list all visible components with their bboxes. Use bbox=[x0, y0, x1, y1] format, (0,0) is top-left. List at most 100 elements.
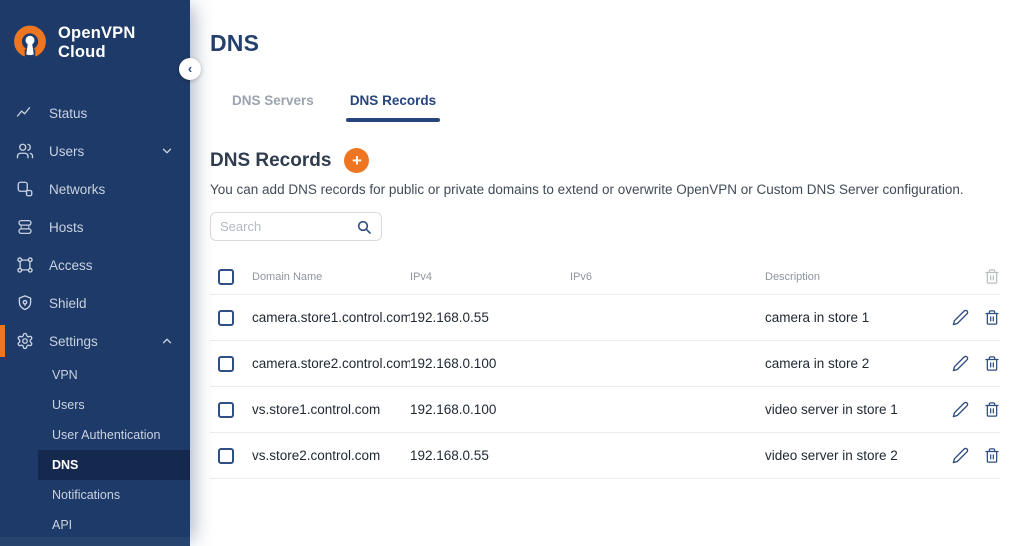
column-header-description: Description bbox=[765, 271, 938, 283]
subitem-label: VPN bbox=[52, 368, 78, 382]
delete-record-button[interactable] bbox=[984, 401, 1000, 418]
pencil-icon bbox=[952, 447, 969, 464]
row-checkbox[interactable] bbox=[218, 402, 234, 418]
sidebar-item-label: Hosts bbox=[49, 220, 84, 235]
search-icon[interactable] bbox=[356, 219, 372, 235]
access-icon bbox=[16, 256, 34, 274]
edit-record-button[interactable] bbox=[952, 401, 969, 418]
subitem-label: User Authentication bbox=[52, 428, 160, 442]
cell-ipv4: 192.168.0.100 bbox=[410, 402, 570, 417]
table-row: camera.store2.control.com 192.168.0.100 … bbox=[210, 341, 1000, 387]
cell-domain: vs.store2.control.com bbox=[252, 448, 410, 463]
dns-records-table: Domain Name IPv4 IPv6 Description camera… bbox=[210, 259, 1000, 479]
column-header-ipv4: IPv4 bbox=[410, 271, 570, 283]
add-dns-record-button[interactable]: + bbox=[344, 148, 369, 173]
sidebar: OpenVPN Cloud ‹ Status Users bbox=[0, 0, 190, 546]
main-content: DNS DNS Servers DNS Records DNS Records … bbox=[190, 0, 1024, 546]
sidebar-nav: Status Users Networks bbox=[0, 94, 190, 540]
subitem-user-authentication[interactable]: User Authentication bbox=[0, 420, 190, 450]
shield-icon bbox=[16, 294, 34, 312]
sidebar-item-status[interactable]: Status bbox=[0, 94, 190, 132]
subitem-dns[interactable]: DNS bbox=[0, 450, 190, 480]
cell-ipv4: 192.168.0.100 bbox=[410, 356, 570, 371]
cell-ipv4: 192.168.0.55 bbox=[410, 310, 570, 325]
delete-record-button[interactable] bbox=[984, 355, 1000, 372]
gear-icon bbox=[16, 332, 34, 350]
edit-record-button[interactable] bbox=[952, 355, 969, 372]
tab-dns-records[interactable]: DNS Records bbox=[346, 93, 440, 122]
section-header: DNS Records + bbox=[210, 148, 1000, 173]
tab-bar: DNS Servers DNS Records bbox=[228, 93, 1000, 122]
openvpn-logo-icon bbox=[12, 25, 48, 61]
hosts-icon bbox=[16, 218, 34, 236]
subitem-label: Users bbox=[52, 398, 85, 412]
subitem-label: Notifications bbox=[52, 488, 120, 502]
row-checkbox[interactable] bbox=[218, 448, 234, 464]
sidebar-item-settings[interactable]: Settings bbox=[0, 322, 190, 360]
delete-selected-button[interactable] bbox=[984, 268, 1000, 285]
subitem-notifications[interactable]: Notifications bbox=[0, 480, 190, 510]
tab-label: DNS Servers bbox=[232, 93, 314, 108]
cell-ipv4: 192.168.0.55 bbox=[410, 448, 570, 463]
sidebar-item-networks[interactable]: Networks bbox=[0, 170, 190, 208]
cell-description: video server in store 1 bbox=[765, 402, 938, 417]
sidebar-item-label: Settings bbox=[49, 334, 98, 349]
section-description: You can add DNS records for public or pr… bbox=[210, 182, 1000, 197]
select-all-checkbox[interactable] bbox=[218, 269, 234, 285]
brand-name: OpenVPN Cloud bbox=[58, 24, 178, 62]
search-input[interactable] bbox=[220, 219, 356, 234]
search-box bbox=[210, 212, 382, 241]
trash-icon bbox=[984, 268, 1000, 285]
edit-record-button[interactable] bbox=[952, 309, 969, 326]
row-checkbox[interactable] bbox=[218, 310, 234, 326]
plus-icon: + bbox=[352, 151, 362, 170]
sidebar-item-users[interactable]: Users bbox=[0, 132, 190, 170]
pencil-icon bbox=[952, 401, 969, 418]
subitem-vpn[interactable]: VPN bbox=[0, 360, 190, 390]
delete-record-button[interactable] bbox=[984, 309, 1000, 326]
status-chart-icon bbox=[16, 104, 34, 122]
tab-dns-servers[interactable]: DNS Servers bbox=[228, 93, 318, 122]
subitem-label: API bbox=[52, 518, 72, 532]
chevron-left-icon: ‹ bbox=[188, 61, 192, 76]
table-row: vs.store2.control.com 192.168.0.55 video… bbox=[210, 433, 1000, 479]
cell-description: camera in store 1 bbox=[765, 310, 938, 325]
trash-icon bbox=[984, 309, 1000, 326]
sidebar-footer-strip bbox=[0, 537, 190, 546]
sidebar-item-label: Users bbox=[49, 144, 84, 159]
sidebar-item-label: Networks bbox=[49, 182, 105, 197]
brand: OpenVPN Cloud bbox=[0, 0, 190, 76]
sidebar-item-label: Shield bbox=[49, 296, 87, 311]
cell-domain: camera.store2.control.com bbox=[252, 356, 410, 371]
subitem-label: DNS bbox=[52, 458, 78, 472]
sidebar-item-access[interactable]: Access bbox=[0, 246, 190, 284]
sidebar-item-shield[interactable]: Shield bbox=[0, 284, 190, 322]
column-header-domain: Domain Name bbox=[252, 271, 410, 283]
delete-record-button[interactable] bbox=[984, 447, 1000, 464]
section-title: DNS Records bbox=[210, 150, 331, 172]
sidebar-item-hosts[interactable]: Hosts bbox=[0, 208, 190, 246]
sidebar-item-label: Status bbox=[49, 106, 87, 121]
page-title: DNS bbox=[210, 30, 1000, 57]
users-icon bbox=[16, 142, 34, 160]
edit-record-button[interactable] bbox=[952, 447, 969, 464]
cell-domain: camera.store1.control.com bbox=[252, 310, 410, 325]
subitem-api[interactable]: API bbox=[0, 510, 190, 540]
chevron-up-icon bbox=[160, 334, 174, 348]
row-checkbox[interactable] bbox=[218, 356, 234, 372]
chevron-down-icon bbox=[160, 144, 174, 158]
cell-description: video server in store 2 bbox=[765, 448, 938, 463]
settings-subnav: VPN Users User Authentication DNS Notifi… bbox=[0, 360, 190, 540]
table-row: camera.store1.control.com 192.168.0.55 c… bbox=[210, 295, 1000, 341]
subitem-users[interactable]: Users bbox=[0, 390, 190, 420]
tab-label: DNS Records bbox=[350, 93, 436, 108]
pencil-icon bbox=[952, 309, 969, 326]
sidebar-collapse-button[interactable]: ‹ bbox=[179, 58, 201, 80]
trash-icon bbox=[984, 447, 1000, 464]
cell-domain: vs.store1.control.com bbox=[252, 402, 410, 417]
trash-icon bbox=[984, 355, 1000, 372]
networks-icon bbox=[16, 180, 34, 198]
sidebar-item-label: Access bbox=[49, 258, 93, 273]
table-header-row: Domain Name IPv4 IPv6 Description bbox=[210, 259, 1000, 295]
trash-icon bbox=[984, 401, 1000, 418]
